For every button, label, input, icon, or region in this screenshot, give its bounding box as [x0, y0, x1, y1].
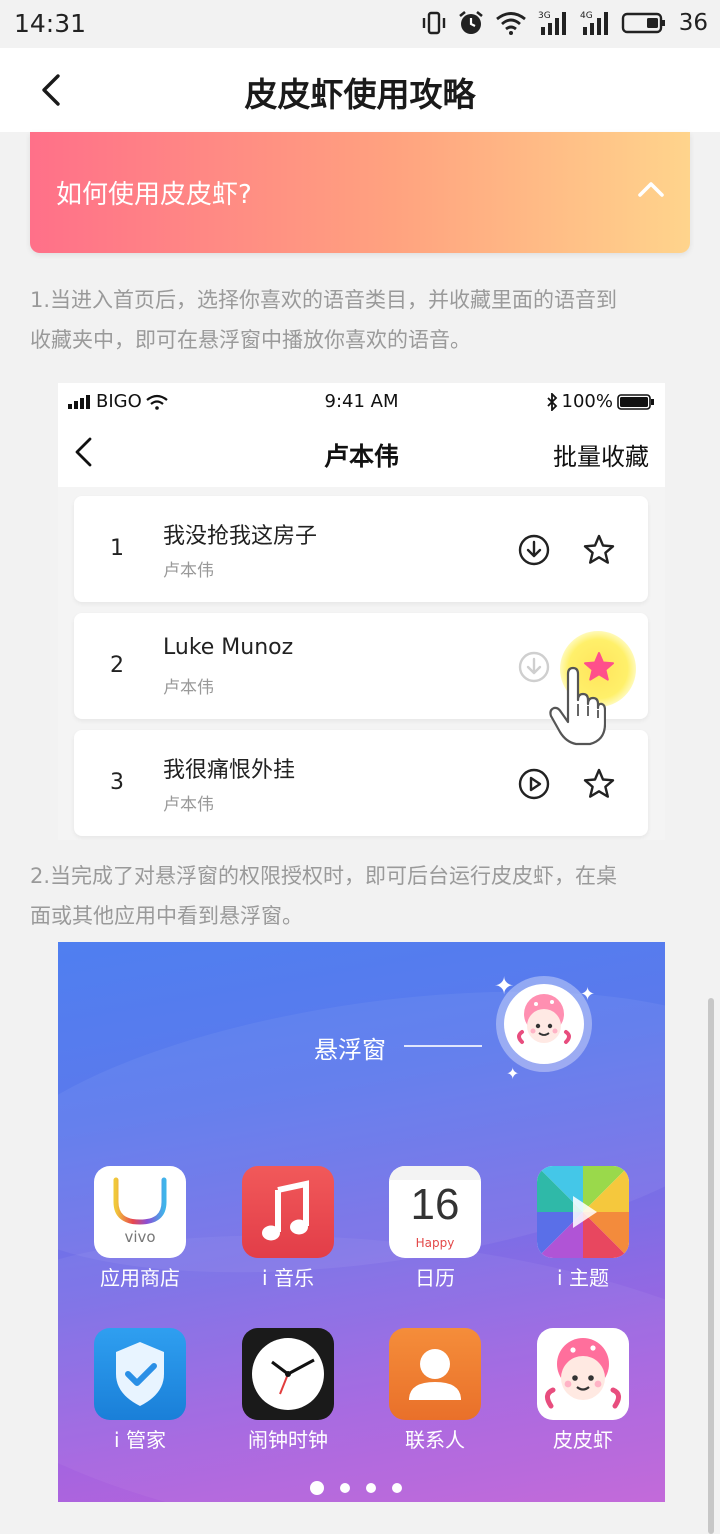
app-contacts: 联系人: [375, 1328, 495, 1458]
page-dot: [366, 1483, 376, 1493]
instruction-step-2-line2: 面或其他应用中看到悬浮窗。: [30, 904, 303, 928]
clock-icon: [242, 1328, 334, 1420]
song-name: Luke Munoz: [163, 635, 294, 660]
app-label: 联系人: [405, 1428, 465, 1452]
floating-window-pointer-line: [404, 1045, 482, 1047]
instruction-step-1-line1: 1.当进入首页后，选择你喜欢的语音类目，并收藏里面的语音到: [30, 288, 618, 312]
tutorial-screenshot-floating-window: 悬浮窗 ✦ ✦ ✦ vivo 应用商店 i 音乐 16 Happy 日历 i 主…: [58, 942, 665, 1502]
mock-nav-bar: 卢本伟 批量收藏: [58, 419, 665, 487]
pointer-hand-icon: [549, 666, 606, 746]
download-icon: [518, 651, 550, 683]
floating-window-label: 悬浮窗: [314, 1036, 386, 1064]
app-pipixia: 皮皮虾: [523, 1328, 643, 1458]
signal-4g-icon: 4G: [580, 11, 608, 35]
sparkle-icon: ✦: [506, 1064, 520, 1083]
app-label: 皮皮虾: [553, 1428, 613, 1452]
page-dot-active: [310, 1481, 324, 1495]
page-indicator: [310, 1481, 402, 1495]
pipixia-mascot-icon: [517, 994, 571, 1044]
song-name: 我没抢我这房子: [163, 524, 318, 549]
scrollbar[interactable]: [708, 998, 714, 1534]
accordion-title: 如何使用皮皮虾?: [56, 180, 252, 210]
instruction-step-1-line2: 收藏夹中，即可在悬浮窗中播放你喜欢的语音。: [30, 328, 471, 352]
battery-level: 36: [678, 10, 708, 36]
status-icons: 3G 4G 36: [421, 8, 708, 38]
pipixia-icon: [537, 1328, 629, 1420]
app-vivo-store: vivo 应用商店: [80, 1166, 200, 1296]
calendar-day: 16: [410, 1180, 460, 1229]
song-artist: 卢本伟: [163, 795, 214, 815]
app-music: i 音乐: [228, 1166, 348, 1296]
song-artist: 卢本伟: [163, 678, 214, 698]
app-label: i 音乐: [262, 1266, 314, 1290]
instruction-step-2-line1: 2.当完成了对悬浮窗的权限授权时，即可后台运行皮皮虾，在桌: [30, 864, 618, 888]
song-number: 2: [110, 653, 124, 678]
mock-status-bar: BIGO 9:41 AM 100%: [58, 383, 665, 419]
app-manager: i 管家: [80, 1328, 200, 1458]
theme-icon: [537, 1166, 629, 1258]
shield-icon: [94, 1328, 186, 1420]
status-time: 14:31: [14, 9, 87, 38]
svg-text:4G: 4G: [580, 11, 593, 21]
app-label: 日历: [415, 1266, 455, 1290]
app-label: i 主题: [557, 1266, 609, 1290]
star-outline-icon: [583, 534, 615, 564]
status-bar: 14:31 3G 4G 36: [0, 0, 720, 48]
mock-battery-percent: 100%: [561, 391, 613, 412]
signal-3g-icon: 3G: [538, 11, 566, 35]
star-outline-icon: [583, 768, 615, 798]
contacts-icon: [389, 1328, 481, 1420]
battery-icon: [621, 12, 665, 34]
vivo-store-icon: vivo: [94, 1166, 186, 1258]
play-icon: [518, 768, 550, 800]
instruction-step-1: 1.当进入首页后，选择你喜欢的语音类目，并收藏里面的语音到 收藏夹中，即可在悬浮…: [30, 280, 690, 360]
faq-accordion-header[interactable]: 如何使用皮皮虾?: [30, 132, 690, 253]
page-title: 皮皮虾使用攻略: [244, 75, 476, 114]
mock-song-row: 1 我没抢我这房子 卢本伟: [74, 496, 648, 602]
song-artist: 卢本伟: [163, 561, 214, 581]
app-clock: 闹钟时钟: [228, 1328, 348, 1458]
nav-bar: 皮皮虾使用攻略: [0, 48, 720, 132]
calendar-icon: 16 Happy: [389, 1166, 481, 1258]
app-label: 闹钟时钟: [248, 1428, 328, 1452]
calendar-sub: Happy: [415, 1236, 455, 1250]
svg-text:vivo: vivo: [124, 1228, 155, 1246]
mock-batch-favorite: 批量收藏: [553, 443, 649, 471]
page-dot: [340, 1483, 350, 1493]
svg-text:3G: 3G: [538, 11, 551, 21]
instruction-step-2: 2.当完成了对悬浮窗的权限授权时，即可后台运行皮皮虾，在桌 面或其他应用中看到悬…: [30, 856, 690, 936]
page-dot: [392, 1483, 402, 1493]
app-label: 应用商店: [100, 1266, 180, 1290]
app-calendar: 16 Happy 日历: [375, 1166, 495, 1296]
app-theme: i 主题: [523, 1166, 643, 1296]
chevron-up-icon[interactable]: [636, 174, 666, 204]
mock-battery: 100%: [546, 391, 655, 412]
alarm-icon: [458, 10, 483, 34]
tutorial-screenshot-favorites: BIGO 9:41 AM 100% 卢本伟 批量收藏 1 我没抢我这房子 卢本伟…: [58, 383, 665, 840]
app-label: i 管家: [114, 1428, 166, 1452]
vibrate-icon: [422, 11, 445, 35]
song-number: 3: [110, 770, 124, 795]
mock-battery-icon: [617, 393, 654, 410]
music-icon: [242, 1166, 334, 1258]
song-number: 1: [110, 536, 124, 561]
bluetooth-icon: [546, 392, 557, 411]
wifi-icon: [495, 12, 526, 35]
download-icon: [518, 534, 550, 566]
floating-bubble-avatar: [504, 984, 584, 1064]
floating-bubble: [496, 976, 592, 1072]
song-name: 我很痛恨外挂: [163, 758, 296, 783]
